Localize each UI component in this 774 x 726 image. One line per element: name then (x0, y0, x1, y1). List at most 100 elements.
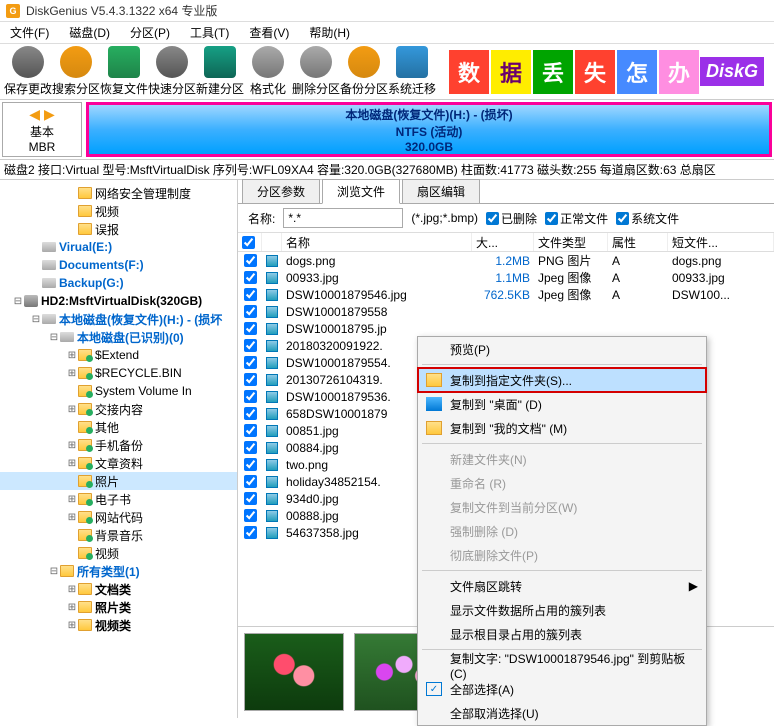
menu-tool[interactable]: 工具(T) (184, 22, 235, 43)
tool-save[interactable]: 保存更改 (4, 46, 52, 97)
tool-search-partition[interactable]: 搜索分区 (52, 46, 100, 97)
tree-item[interactable]: 照片 (0, 472, 237, 490)
row-checkbox[interactable] (244, 254, 257, 267)
expand-icon[interactable]: ⊞ (66, 458, 78, 469)
expand-icon[interactable]: ⊞ (66, 620, 78, 631)
ctx-copy-desktop[interactable]: 复制到 "桌面" (D) (418, 392, 706, 416)
col-shortname[interactable]: 短文件... (668, 233, 774, 251)
menu-partition[interactable]: 分区(P) (124, 22, 176, 43)
menu-file[interactable]: 文件(F) (4, 22, 55, 43)
expand-icon[interactable]: ⊟ (48, 566, 60, 577)
tab-browse-files[interactable]: 浏览文件 (322, 179, 400, 204)
expand-icon[interactable]: ⊞ (66, 512, 78, 523)
tab-partition-params[interactable]: 分区参数 (242, 179, 320, 203)
ctx-copy-to-folder[interactable]: 复制到指定文件夹(S)... (418, 368, 706, 392)
chk-system[interactable]: 系统文件 (616, 210, 679, 227)
row-checkbox[interactable] (244, 305, 257, 318)
tree-item[interactable]: 其他 (0, 418, 237, 436)
tool-new-partition[interactable]: 新建分区 (196, 46, 244, 97)
row-checkbox[interactable] (244, 458, 257, 471)
col-size[interactable]: 大... (472, 233, 534, 251)
name-filter-input[interactable] (283, 208, 403, 228)
chk-normal[interactable]: 正常文件 (545, 210, 608, 227)
row-checkbox[interactable] (244, 356, 257, 369)
row-checkbox[interactable] (244, 509, 257, 522)
row-checkbox[interactable] (244, 288, 257, 301)
expand-icon[interactable]: ⊞ (66, 584, 78, 595)
tool-format[interactable]: 格式化 (244, 46, 292, 97)
file-row[interactable]: DSW10001879546.jpg762.5KBJpeg 图像ADSW100.… (238, 286, 774, 303)
tree-item[interactable]: ⊞手机备份 (0, 436, 237, 454)
row-checkbox[interactable] (244, 322, 257, 335)
ad-banner[interactable]: 数 据 丢 失 怎 办 DiskG (440, 48, 770, 96)
row-checkbox[interactable] (244, 526, 257, 539)
row-checkbox[interactable] (244, 424, 257, 437)
expand-icon[interactable]: ⊞ (66, 368, 78, 379)
ctx-select-all[interactable]: ✓全部选择(A) (418, 677, 706, 701)
file-row[interactable]: dogs.png1.2MBPNG 图片Adogs.png (238, 252, 774, 269)
tree-item[interactable]: 网络安全管理制度 (0, 184, 237, 202)
partition-bar[interactable]: 本地磁盘(恢复文件)(H:) - (损坏) NTFS (活动) 320.0GB (86, 102, 772, 157)
tool-recover[interactable]: 恢复文件 (100, 46, 148, 97)
tool-delete-partition[interactable]: 删除分区 (292, 46, 340, 97)
tree-item[interactable]: ⊞文章资料 (0, 454, 237, 472)
row-checkbox[interactable] (244, 390, 257, 403)
tree-item[interactable]: ⊞文档类 (0, 580, 237, 598)
file-row[interactable]: DSW10001879558 (238, 303, 774, 320)
col-type[interactable]: 文件类型 (534, 233, 608, 251)
row-checkbox[interactable] (244, 492, 257, 505)
ctx-show-file-clusters[interactable]: 显示文件数据所占用的簇列表 (418, 598, 706, 622)
row-checkbox[interactable] (244, 475, 257, 488)
ctx-cluster-jump[interactable]: 文件扇区跳转▶ (418, 574, 706, 598)
thumbnail[interactable] (244, 633, 344, 711)
tool-backup[interactable]: 备份分区 (340, 46, 388, 97)
tree-item[interactable]: 视频 (0, 544, 237, 562)
ctx-copy-text[interactable]: 复制文字: "DSW10001879546.jpg" 到剪贴板(C) (418, 653, 706, 677)
tree-item[interactable]: ⊞电子书 (0, 490, 237, 508)
tab-sector-edit[interactable]: 扇区编辑 (402, 179, 480, 203)
tree-item[interactable]: Documents(F:) (0, 256, 237, 274)
row-checkbox[interactable] (244, 407, 257, 420)
tree-item[interactable]: ⊞$RECYCLE.BIN (0, 364, 237, 382)
expand-icon[interactable]: ⊟ (12, 296, 24, 307)
tree-item[interactable]: ⊟本地磁盘(已识别)(0) (0, 328, 237, 346)
col-checkbox[interactable] (238, 233, 262, 251)
menu-help[interactable]: 帮助(H) (303, 22, 356, 43)
expand-icon[interactable]: ⊞ (66, 494, 78, 505)
tree-item[interactable]: ⊞网站代码 (0, 508, 237, 526)
row-checkbox[interactable] (244, 271, 257, 284)
ctx-deselect-all[interactable]: 全部取消选择(U) (418, 701, 706, 725)
menu-view[interactable]: 查看(V) (243, 22, 295, 43)
col-attr[interactable]: 属性 (608, 233, 668, 251)
row-checkbox[interactable] (244, 339, 257, 352)
file-row[interactable]: DSW100018795.jp (238, 320, 774, 337)
nav-arrows-icon[interactable]: ◀ ▶ (29, 106, 54, 123)
row-checkbox[interactable] (244, 441, 257, 454)
disk-basic-panel[interactable]: ◀ ▶ 基本 MBR (2, 102, 82, 157)
expand-icon[interactable]: ⊟ (30, 314, 42, 325)
ctx-show-root-clusters[interactable]: 显示根目录占用的簇列表 (418, 622, 706, 646)
expand-icon[interactable]: ⊞ (66, 404, 78, 415)
tree-item[interactable]: ⊞照片类 (0, 598, 237, 616)
ctx-copy-mydocs[interactable]: 复制到 "我的文档" (M) (418, 416, 706, 440)
tree-item[interactable]: ⊟所有类型(1) (0, 562, 237, 580)
tree-item[interactable]: ⊞$Extend (0, 346, 237, 364)
tree-item[interactable]: ⊟本地磁盘(恢复文件)(H:) - (损坏 (0, 310, 237, 328)
directory-tree[interactable]: 网络安全管理制度视频误报Virual(E:)Documents(F:)Backu… (0, 180, 238, 718)
tree-item[interactable]: Backup(G:) (0, 274, 237, 292)
expand-icon[interactable]: ⊞ (66, 440, 78, 451)
tree-item[interactable]: System Volume In (0, 382, 237, 400)
ctx-preview[interactable]: 预览(P) (418, 337, 706, 361)
expand-icon[interactable]: ⊟ (48, 332, 60, 343)
expand-icon[interactable]: ⊞ (66, 602, 78, 613)
tool-migrate[interactable]: 系统迁移 (388, 46, 436, 97)
col-name[interactable]: 名称 (282, 233, 472, 251)
tree-item[interactable]: ⊞交接内容 (0, 400, 237, 418)
tool-quick-partition[interactable]: 快速分区 (148, 46, 196, 97)
tree-item[interactable]: 视频 (0, 202, 237, 220)
expand-icon[interactable]: ⊞ (66, 350, 78, 361)
chk-deleted[interactable]: 已删除 (486, 210, 537, 227)
tree-item[interactable]: ⊟HD2:MsftVirtualDisk(320GB) (0, 292, 237, 310)
menu-disk[interactable]: 磁盘(D) (63, 22, 116, 43)
tree-item[interactable]: 背景音乐 (0, 526, 237, 544)
